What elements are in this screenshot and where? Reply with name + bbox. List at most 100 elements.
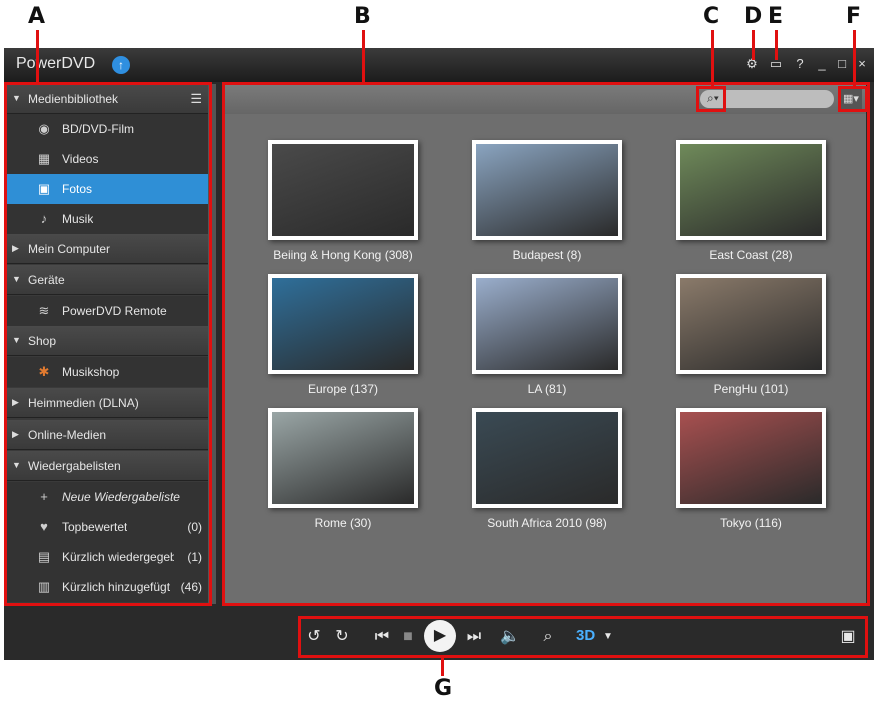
- play-button[interactable]: ▶: [424, 620, 456, 652]
- album-image: [680, 412, 822, 504]
- album-thumbnail: [268, 140, 418, 240]
- section-label: Wiedergabelisten: [28, 459, 121, 473]
- section-shop[interactable]: ▼ Shop: [4, 326, 208, 356]
- recent-added-icon: ▥: [37, 579, 51, 594]
- sidebar-item-label: BD/DVD-Film: [62, 122, 134, 136]
- leader-line-a: [36, 30, 39, 82]
- album-thumbnail: [268, 274, 418, 374]
- collapsed-arrow-icon: ▶: [12, 429, 19, 439]
- section-label: Shop: [28, 334, 57, 348]
- sidebar-item-label: Kürzlich wiedergegeb: [62, 550, 174, 564]
- section-online-medien[interactable]: ▶ Online-Medien: [4, 420, 208, 450]
- section-geraete[interactable]: ▼ Geräte: [4, 265, 208, 295]
- title-bar: PowerDVD ↑ ⚙ ▭ ? _ □ ×: [4, 48, 874, 82]
- search-input[interactable]: ⌕▾: [700, 90, 834, 108]
- sidebar-item-label: Videos: [62, 152, 99, 166]
- sidebar-item-label: Neue Wiedergabeliste: [62, 490, 180, 504]
- album-thumbnail: [676, 140, 826, 240]
- sidebar-item-topbewertet[interactable]: ♥ Topbewertet (0): [4, 512, 208, 542]
- volume-icon[interactable]: 🔈: [500, 627, 520, 647]
- sidebar-item-powerdvd-remote[interactable]: ≋ PowerDVD Remote: [4, 296, 208, 326]
- 3d-button[interactable]: 3D: [576, 627, 595, 644]
- disc-icon: ◉: [38, 121, 50, 136]
- sidebar-item-musik[interactable]: ♪ Musik: [4, 204, 208, 234]
- wireless-icon: ≋: [38, 303, 50, 318]
- album-thumbnail: [268, 408, 418, 508]
- leader-line-g: [441, 658, 444, 676]
- sidebar-item-label: Topbewertet: [62, 520, 128, 534]
- album-thumbnail: [472, 408, 622, 508]
- maximize-button[interactable]: □: [834, 56, 850, 72]
- search-icon: ⌕▾: [707, 91, 719, 105]
- section-mein-computer[interactable]: ▶ Mein Computer: [4, 234, 208, 264]
- sidebar-item-kuerzlich-hinzugefuegt[interactable]: ▥ Kürzlich hinzugefügt (46): [4, 572, 208, 602]
- section-heimmedien[interactable]: ▶ Heimmedien (DLNA): [4, 388, 208, 418]
- 3d-dropdown-icon[interactable]: ▼: [598, 627, 618, 647]
- leader-line-f: [853, 30, 856, 86]
- expanded-arrow-icon: ▼: [12, 274, 21, 284]
- rotate-right-icon[interactable]: ↻: [332, 627, 352, 647]
- heart-icon: ♥: [40, 519, 48, 534]
- sidebar-item-bd-dvd[interactable]: ◉ BD/DVD-Film: [4, 114, 208, 144]
- album-thumbnail: [676, 408, 826, 508]
- app-title: PowerDVD: [16, 55, 96, 72]
- item-count: (46): [180, 580, 202, 594]
- rotate-left-icon[interactable]: ↺: [304, 627, 324, 647]
- album-image: [476, 144, 618, 236]
- sidebar-item-kuerzlich-wiedergegeben[interactable]: ▤ Kürzlich wiedergegeb (1): [4, 542, 208, 572]
- view-mode-icon[interactable]: ▦▾: [840, 89, 862, 109]
- album-image: [476, 412, 618, 504]
- section-wiedergabelisten[interactable]: ▼ Wiedergabelisten: [4, 451, 208, 481]
- expanded-arrow-icon: ▼: [12, 460, 21, 470]
- close-button[interactable]: ×: [854, 56, 870, 72]
- album-image: [272, 412, 414, 504]
- callout-e: E: [768, 4, 784, 29]
- section-label: Heimmedien (DLNA): [28, 396, 139, 410]
- sidebar-item-neue-wiedergabeliste[interactable]: + Neue Wiedergabeliste: [4, 482, 208, 512]
- section-label: Online-Medien: [28, 428, 107, 442]
- section-label: Medienbibliothek: [28, 92, 119, 106]
- sidebar-item-videos[interactable]: ▦ Videos: [4, 144, 208, 174]
- next-icon[interactable]: ⏭: [464, 627, 484, 647]
- album-caption: Tokyo (116): [720, 516, 782, 530]
- album-thumbnail: [472, 140, 622, 240]
- album-caption: Rome (30): [314, 516, 372, 530]
- sidebar-item-musikshop[interactable]: ✱ Musikshop: [4, 357, 208, 387]
- callout-b: B: [354, 4, 371, 29]
- leader-line-c: [711, 30, 714, 86]
- album-caption: Europe (137): [307, 382, 379, 396]
- list-menu-icon[interactable]: ☰: [190, 91, 202, 107]
- help-button[interactable]: ?: [792, 56, 808, 72]
- film-icon: ▦: [37, 151, 51, 166]
- album-caption: Budapest (8): [512, 248, 582, 262]
- music-note-icon: ♪: [40, 211, 48, 226]
- minimize-button[interactable]: _: [814, 56, 830, 72]
- expanded-arrow-icon: ▼: [12, 93, 21, 103]
- collapsed-arrow-icon: ▶: [12, 243, 19, 253]
- callout-d: D: [744, 4, 763, 29]
- item-count: (1): [187, 550, 202, 564]
- sidebar-item-fotos[interactable]: ▣ Fotos: [4, 174, 208, 204]
- section-medienbibliothek[interactable]: ▼ Medienbibliothek ☰: [4, 84, 208, 114]
- section-label: Geräte: [28, 273, 65, 287]
- sidebar-item-label: Musik: [62, 212, 94, 226]
- stop-icon[interactable]: ■: [398, 627, 418, 647]
- album-caption: East Coast (28): [709, 248, 793, 262]
- album-thumbnail: [676, 274, 826, 374]
- album-image: [476, 278, 618, 370]
- mini-player-icon[interactable]: ▣: [838, 627, 858, 647]
- photo-icon: ▣: [37, 181, 51, 196]
- shop-icon: ✱: [38, 364, 50, 379]
- zoom-icon[interactable]: ⌕: [538, 627, 558, 647]
- sidebar-item-label: Kürzlich hinzugefügt: [62, 580, 171, 594]
- callout-g: G: [434, 676, 453, 701]
- update-icon[interactable]: ↑: [112, 56, 130, 74]
- previous-icon[interactable]: ⏮: [372, 627, 392, 647]
- sidebar-scrollbar[interactable]: [208, 84, 216, 604]
- album-caption: Beiing & Hong Kong (308): [273, 248, 413, 262]
- sidebar-item-label: PowerDVD Remote: [62, 304, 167, 318]
- album-image: [272, 278, 414, 370]
- sidebar-item-label: Fotos: [62, 182, 93, 196]
- photo-library-area: ⌕▾ ▦▾ Beiing & Hong Kong (308) Budapest …: [224, 84, 866, 604]
- callout-a: A: [28, 4, 46, 29]
